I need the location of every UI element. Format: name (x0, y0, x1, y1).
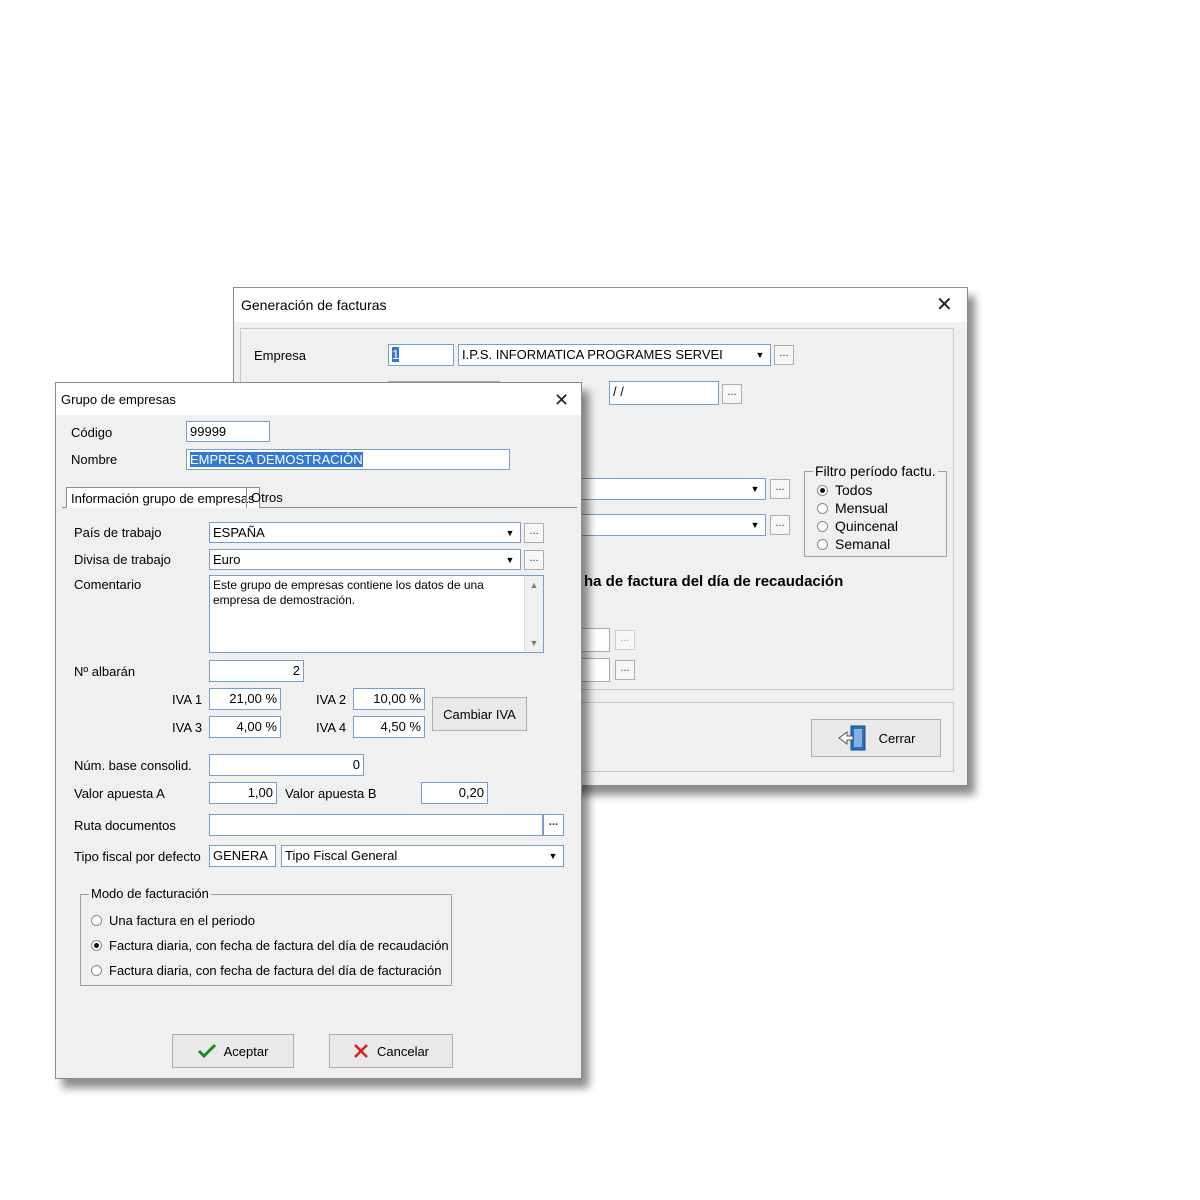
select-2-lookup-button[interactable]: ... (770, 515, 790, 535)
chevron-down-icon: ▼ (750, 484, 760, 494)
iva1-label: IVA 1 (172, 692, 203, 707)
radio-indicator (817, 538, 828, 550)
nombre-label: Nombre (71, 452, 118, 467)
radio-una-factura[interactable]: Una factura en el periodo (91, 913, 255, 928)
exit-door-icon (837, 725, 866, 751)
chevron-down-icon: ▼ (755, 350, 765, 360)
tipo-fiscal-label: Tipo fiscal por defecto (74, 849, 201, 864)
chevron-down-icon: ▼ (548, 851, 558, 861)
iva2-label: IVA 2 (316, 692, 347, 707)
checkmark-icon (197, 1043, 216, 1059)
iva1-field[interactable]: 21,00 % (209, 688, 281, 710)
radio-indicator (817, 502, 828, 514)
scroll-down-icon[interactable]: ▼ (525, 634, 543, 652)
iva4-label: IVA 4 (316, 720, 347, 735)
title-bar: Generación de facturas ✕ (234, 288, 967, 322)
radio-mensual[interactable]: Mensual (817, 500, 888, 516)
base-consolid-field[interactable]: 0 (209, 754, 364, 776)
divisa-select[interactable]: Euro ▼ (209, 549, 521, 570)
close-icon[interactable]: ✕ (554, 390, 569, 410)
modo-facturacion-group: Modo de facturación Una factura en el pe… (80, 886, 452, 986)
apuesta-a-field[interactable]: 1,00 (209, 782, 277, 804)
ruta-label: Ruta documentos (74, 818, 176, 833)
window-title: Generación de facturas (241, 297, 387, 313)
tab-informacion[interactable]: Información grupo de empresas (66, 487, 260, 508)
cancelar-label: Cancelar (376, 1043, 430, 1059)
codigo-label: Código (71, 425, 113, 440)
close-icon[interactable]: ✕ (936, 295, 953, 315)
iva3-label: IVA 3 (172, 720, 203, 735)
cancelar-button[interactable]: Cancelar (329, 1034, 453, 1068)
comentario-textarea[interactable]: Este grupo de empresas contiene los dato… (209, 575, 544, 653)
radio-semanal[interactable]: Semanal (817, 536, 890, 552)
tipo-fiscal-code-field[interactable]: GENERA (209, 845, 276, 867)
nombre-field[interactable]: EMPRESA DEMOSTRACIÓN (186, 449, 510, 470)
cerrar-label: Cerrar (878, 730, 916, 746)
iva4-field[interactable]: 4,50 % (353, 716, 425, 738)
divisa-lookup-button[interactable]: ... (524, 550, 544, 570)
aceptar-label: Aceptar (223, 1043, 269, 1059)
date-lookup-button[interactable]: ... (722, 384, 742, 404)
radio-indicator (91, 915, 102, 926)
albaran-field[interactable]: 2 (209, 660, 304, 682)
cancel-x-icon (354, 1044, 368, 1058)
aceptar-button[interactable]: Aceptar (172, 1034, 294, 1068)
chevron-down-icon: ▼ (505, 528, 515, 538)
select-2[interactable]: ▼ (574, 514, 766, 536)
filtro-periodo-caption: Filtro período factu. (813, 463, 938, 479)
radio-indicator (91, 965, 102, 976)
pais-lookup-button[interactable]: ... (524, 523, 544, 543)
title-bar: Grupo de empresas ✕ (56, 383, 581, 415)
empresa-code-field[interactable]: 1 (388, 344, 454, 366)
empresa-lookup-button[interactable]: ... (774, 345, 794, 365)
iva2-field[interactable]: 10,00 % (353, 688, 425, 710)
radio-diaria-facturacion[interactable]: Factura diaria, con fecha de factura del… (91, 963, 441, 978)
albaran-label: Nº albarán (74, 664, 136, 679)
pais-label: País de trabajo (74, 525, 162, 540)
cambiar-iva-button[interactable]: Cambiar IVA (432, 697, 527, 731)
ruta-field[interactable] (209, 814, 543, 836)
divisa-label: Divisa de trabajo (74, 552, 171, 567)
apuesta-b-label: Valor apuesta B (285, 786, 377, 801)
window-title: Grupo de empresas (61, 392, 176, 407)
select-1[interactable]: ▼ (574, 478, 766, 500)
pais-select[interactable]: ESPAÑA ▼ (209, 522, 521, 543)
cerrar-button[interactable]: Cerrar (811, 719, 941, 757)
radio-diaria-recaudacion[interactable]: Factura diaria, con fecha de factura del… (91, 938, 449, 953)
iva3-field[interactable]: 4,00 % (209, 716, 281, 738)
chevron-down-icon: ▼ (750, 520, 760, 530)
apuesta-a-label: Valor apuesta A (74, 786, 165, 801)
base-consolid-label: Núm. base consolid. (74, 758, 192, 773)
radio-todos[interactable]: Todos (817, 482, 872, 498)
empresa-select[interactable]: I.P.S. INFORMATICA PROGRAMES SERVEI ▼ (458, 344, 771, 366)
field-a-lookup-button[interactable]: ... (615, 630, 635, 650)
codigo-field[interactable]: 99999 (186, 421, 270, 442)
radio-indicator (817, 484, 828, 496)
modo-facturacion-caption: Modo de facturación (89, 886, 211, 901)
date-field[interactable]: / / (609, 381, 719, 405)
bold-option-text: ha de factura del día de recaudación (584, 573, 844, 590)
scroll-up-icon[interactable]: ▲ (525, 576, 543, 594)
chevron-down-icon: ▼ (505, 555, 515, 565)
radio-indicator (91, 940, 102, 951)
apuesta-b-field[interactable]: 0,20 (421, 782, 488, 804)
ruta-browse-button[interactable]: ... (543, 814, 564, 836)
select-1-lookup-button[interactable]: ... (770, 479, 790, 499)
comentario-label: Comentario (74, 577, 142, 592)
tipo-fiscal-select[interactable]: Tipo Fiscal General ▼ (281, 845, 564, 867)
field-b-lookup-button[interactable]: ... (615, 660, 635, 680)
grupo-empresas-window: Grupo de empresas ✕ Código 99999 Nombre … (55, 382, 582, 1079)
tab-otros[interactable]: Otros (246, 487, 287, 508)
radio-indicator (817, 520, 828, 532)
radio-quincenal[interactable]: Quincenal (817, 518, 898, 534)
empresa-label: Empresa (254, 348, 307, 363)
vertical-scrollbar[interactable]: ▲ ▼ (524, 576, 543, 652)
filtro-periodo-group: Filtro período factu. Todos Mensual Quin… (804, 463, 947, 557)
